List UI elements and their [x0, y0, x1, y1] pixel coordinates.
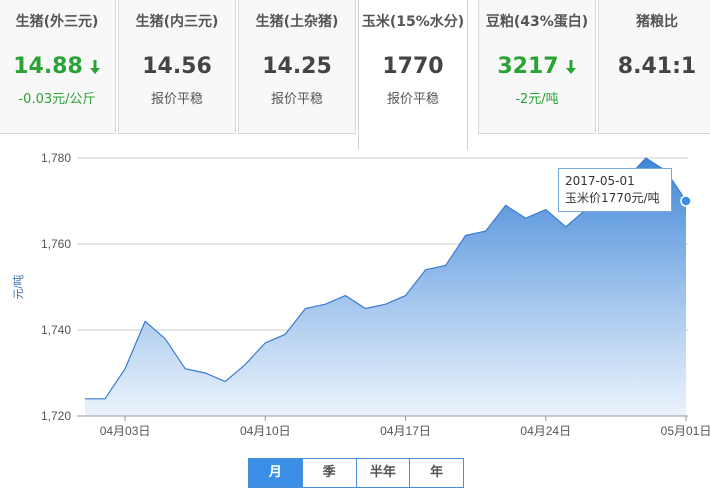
- tile-value: 3217: [479, 53, 595, 81]
- chart-tooltip: 2017-05-01 玉米价1770元/吨: [558, 168, 672, 212]
- y-tick-label: 1,740: [41, 323, 71, 337]
- x-tick-label: 04月03日: [100, 424, 151, 438]
- tab-year[interactable]: 年: [410, 458, 464, 488]
- down-arrow-icon: [89, 60, 100, 74]
- tile-sub: 报价平稳: [270, 92, 323, 107]
- tile-sub: 报价平稳: [386, 92, 439, 107]
- tile-value: 1770: [382, 54, 444, 79]
- x-tick-label: 05月01日: [661, 424, 710, 438]
- data-point: [680, 195, 692, 207]
- x-tick-label: 04月10日: [240, 424, 291, 438]
- tab-half-year[interactable]: 半年: [356, 458, 411, 488]
- tile-sub: -2元/吨: [515, 92, 559, 107]
- x-tick-label: 04月17日: [380, 424, 431, 438]
- y-axis-title: 元/吨: [12, 274, 25, 299]
- tooltip-date: 2017-05-01: [565, 174, 635, 188]
- tile-corn[interactable]: 玉米(15%水分) 1770 报价平稳: [358, 0, 468, 150]
- tile-value: 14.56: [142, 54, 212, 79]
- tooltip-text: 玉米价1770元/吨: [565, 191, 660, 205]
- x-tick-label: 04月24日: [520, 424, 571, 438]
- tile-pig-local[interactable]: 生猪(土杂猪) 14.25 报价平稳: [238, 0, 356, 134]
- tile-name: 玉米(15%水分): [361, 14, 465, 30]
- tile-value: 8.41:1: [617, 54, 697, 79]
- price-tiles: 生猪(外三元) 14.88 -0.03元/公斤 生猪(内三元) 14.56 报价…: [0, 0, 710, 150]
- tile-sub: 报价平稳: [150, 92, 203, 107]
- tab-month[interactable]: 月: [248, 458, 303, 488]
- tile-pig-inner[interactable]: 生猪(内三元) 14.56 报价平稳: [118, 0, 236, 134]
- tile-name: 生猪(土杂猪): [255, 14, 339, 30]
- y-tick-label: 1,780: [41, 151, 71, 165]
- tile-pig-outer[interactable]: 生猪(外三元) 14.88 -0.03元/公斤: [0, 0, 116, 134]
- tile-sub: -0.03元/公斤: [18, 92, 96, 107]
- tile-pig-grain-ratio[interactable]: 猪粮比 8.41:1: [598, 0, 710, 134]
- tile-name: 生猪(内三元): [135, 14, 219, 30]
- y-tick-label: 1,760: [41, 237, 71, 251]
- tab-quarter[interactable]: 季: [302, 458, 357, 488]
- tile-value: 14.88: [0, 53, 115, 81]
- tile-name: 猪粮比: [636, 14, 678, 30]
- y-tick-label: 1,720: [41, 409, 71, 423]
- period-tabs: 月 季 半年 年: [248, 458, 464, 488]
- tile-name: 豆粕(43%蛋白): [485, 14, 589, 30]
- down-arrow-icon: [565, 60, 576, 74]
- tile-value: 14.25: [262, 54, 332, 79]
- tile-soymeal[interactable]: 豆粕(43%蛋白) 3217 -2元/吨: [478, 0, 596, 134]
- tile-name: 生猪(外三元): [15, 14, 99, 30]
